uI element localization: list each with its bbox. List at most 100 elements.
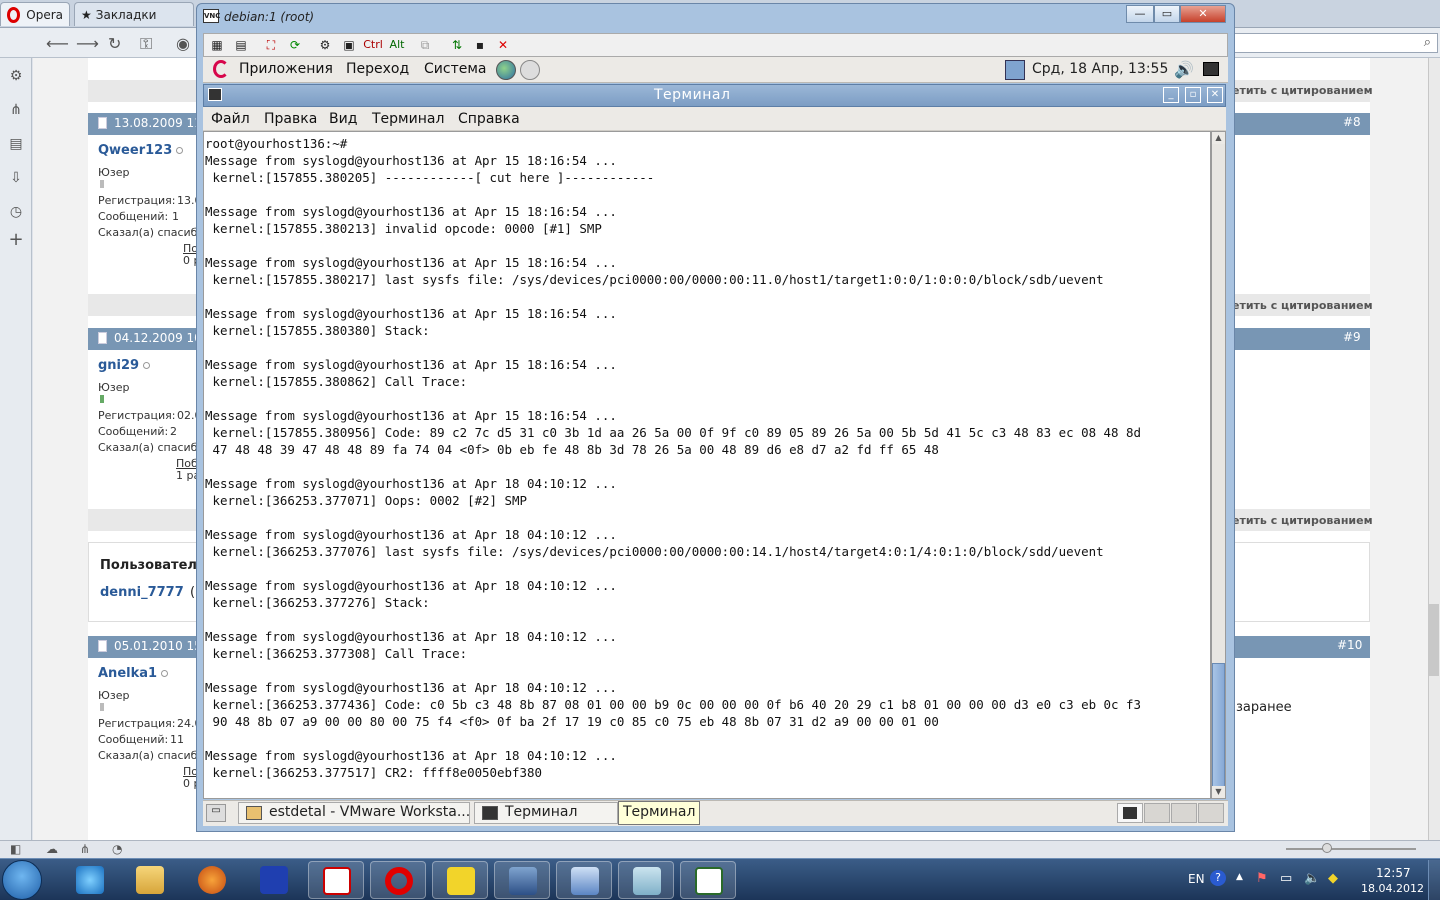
terminal-launcher-icon[interactable] xyxy=(1203,62,1219,76)
search-input[interactable]: ⌕ xyxy=(1232,33,1438,53)
history-icon[interactable]: ◷ xyxy=(8,204,24,220)
tray-expand-icon[interactable]: ▲ xyxy=(1236,872,1243,882)
ctrl-key-button[interactable]: Ctrl xyxy=(362,37,384,53)
tray-clock-time[interactable]: 12:57 xyxy=(1376,866,1411,880)
menu-edit[interactable]: Правка xyxy=(264,111,317,127)
scroll-up-icon[interactable]: ▲ xyxy=(1212,132,1225,144)
disconnect-icon[interactable]: ✕ xyxy=(495,37,511,53)
share-icon[interactable]: ⋔ xyxy=(8,102,24,118)
mail-launcher-icon[interactable] xyxy=(520,60,540,80)
fullscreen-icon[interactable]: ⛶ xyxy=(263,37,279,53)
page-scrollbar[interactable] xyxy=(1428,58,1440,840)
menu-applications[interactable]: Приложения xyxy=(239,61,333,77)
post-number[interactable]: #8 xyxy=(1343,115,1361,129)
back-icon[interactable]: ⟵ xyxy=(46,34,69,53)
opera-menu-tab[interactable]: Opera xyxy=(0,2,70,26)
menu-help[interactable]: Справка xyxy=(458,111,520,127)
terminal-close-button[interactable]: ✕ xyxy=(1207,87,1223,103)
add-panel-icon[interactable]: + xyxy=(8,231,24,249)
ctrl-alt-del-icon[interactable]: ⧉ xyxy=(417,37,433,53)
key-icon[interactable]: ⚿ xyxy=(140,34,152,54)
downloads-icon[interactable]: ⇩ xyxy=(8,170,24,186)
taskbar-item-vmware[interactable]: estdetal - VMware Worksta... xyxy=(238,802,470,824)
ie-taskbar-button[interactable] xyxy=(62,861,118,899)
workspace-2[interactable] xyxy=(1144,803,1170,823)
cloud-icon[interactable]: ☁ xyxy=(46,842,58,856)
thanks-user-link[interactable]: denni_7777 xyxy=(100,585,184,600)
post-number[interactable]: #10 xyxy=(1337,638,1362,652)
panel-toggle-icon[interactable]: ◧ xyxy=(10,842,21,856)
workspace-4[interactable] xyxy=(1198,803,1224,823)
show-desktop-icon[interactable]: ▭ xyxy=(206,804,226,822)
volume-tray-icon[interactable]: 🔈 xyxy=(1304,871,1320,886)
forward-icon[interactable]: ⟶ xyxy=(76,34,99,53)
alt-key-button[interactable]: Alt xyxy=(387,37,407,53)
firefox-taskbar-button[interactable] xyxy=(184,861,240,899)
zoom-slider-thumb[interactable] xyxy=(1322,843,1332,853)
new-connection-icon[interactable]: ▦ xyxy=(209,37,225,53)
reload-icon[interactable]: ↻ xyxy=(108,34,121,53)
terminal-maximize-button[interactable]: ▫ xyxy=(1185,87,1201,103)
minimize-button[interactable]: — xyxy=(1126,5,1154,23)
debian-logo-icon[interactable] xyxy=(213,60,229,78)
close-button[interactable]: ✕ xyxy=(1180,5,1226,23)
post-author-name[interactable]: gni29 xyxy=(98,358,139,373)
workspace-1[interactable] xyxy=(1117,803,1143,823)
settings-icon[interactable]: ⚙ xyxy=(8,68,24,84)
notes-icon[interactable]: ▤ xyxy=(8,136,24,152)
scroll-down-icon[interactable]: ▼ xyxy=(1212,786,1225,798)
menu-places[interactable]: Переход xyxy=(346,61,409,77)
tab-bookmarks[interactable]: ★ Закладки xyxy=(74,2,194,26)
terminal-scrollbar-thumb[interactable] xyxy=(1212,663,1225,787)
opera-taskbar-button[interactable] xyxy=(370,861,426,899)
remote-desktop-taskbar-button[interactable] xyxy=(556,861,612,899)
bat-tray-icon[interactable]: ◆ xyxy=(1328,871,1338,886)
search-icon[interactable]: ⌕ xyxy=(1424,35,1431,50)
speed-dial-icon[interactable]: ◔ xyxy=(112,842,122,856)
post-number[interactable]: #9 xyxy=(1343,330,1361,344)
save-icon[interactable]: ▪ xyxy=(472,37,488,53)
zoom-slider[interactable] xyxy=(1286,848,1416,850)
window-taskbar-button[interactable] xyxy=(680,861,736,899)
volume-icon[interactable]: 🔊 xyxy=(1174,60,1194,79)
show-desktop-button[interactable] xyxy=(1428,860,1440,900)
explorer-taskbar-button[interactable] xyxy=(122,861,178,899)
menu-file[interactable]: Файл xyxy=(211,111,250,127)
help-icon[interactable]: ? xyxy=(1210,870,1226,886)
save-app-taskbar-button[interactable] xyxy=(246,861,302,899)
panel-clock[interactable]: Срд, 18 Апр, 13:55 xyxy=(1032,61,1168,77)
page-scrollbar-thumb[interactable] xyxy=(1429,604,1439,676)
refresh-icon[interactable]: ⟳ xyxy=(287,37,303,53)
web-browser-launcher-icon[interactable] xyxy=(496,60,516,80)
quote-reply-link[interactable]: етить с цитированием xyxy=(1232,84,1373,97)
menu-system[interactable]: Система xyxy=(424,61,486,77)
thebat-taskbar-button[interactable] xyxy=(432,861,488,899)
post-author[interactable]: gni29 xyxy=(98,358,151,373)
network-icon[interactable] xyxy=(1005,60,1025,80)
maximize-button[interactable]: ▭ xyxy=(1154,5,1180,23)
workspace-3[interactable] xyxy=(1171,803,1197,823)
start-button[interactable] xyxy=(2,860,42,900)
menu-view[interactable]: Вид xyxy=(329,111,357,127)
tray-clock-date[interactable]: 18.04.2012 xyxy=(1361,882,1424,895)
network-app-taskbar-button[interactable] xyxy=(494,861,550,899)
terminal-output[interactable]: root@yourhost136:~# Message from syslogd@… xyxy=(203,131,1211,799)
flag-alert-icon[interactable]: ⚑ xyxy=(1256,871,1268,886)
language-indicator[interactable]: EN xyxy=(1188,872,1205,886)
transfer-files-icon[interactable]: ⇅ xyxy=(449,37,465,53)
post-author[interactable]: Qweer123 xyxy=(98,143,184,158)
save-connection-icon[interactable]: ▤ xyxy=(233,37,249,53)
vnc-taskbar-button[interactable] xyxy=(308,861,364,899)
monitor-icon[interactable]: ▭ xyxy=(1280,871,1292,886)
quote-reply-link[interactable]: етить с цитированием xyxy=(1232,514,1373,527)
post-author-name[interactable]: Anelka1 xyxy=(98,666,157,681)
terminal-minimize-button[interactable]: _ xyxy=(1163,87,1179,103)
taskbar-item-terminal[interactable]: Терминал xyxy=(474,802,618,824)
share-status-icon[interactable]: ⋔ xyxy=(80,842,90,856)
notes-taskbar-button[interactable] xyxy=(618,861,674,899)
post-author[interactable]: Anelka1 xyxy=(98,666,169,681)
options-icon[interactable]: ⚙ xyxy=(317,37,333,53)
quote-reply-link[interactable]: етить с цитированием xyxy=(1232,299,1373,312)
post-author-name[interactable]: Qweer123 xyxy=(98,143,172,158)
menu-terminal[interactable]: Терминал xyxy=(372,111,444,127)
